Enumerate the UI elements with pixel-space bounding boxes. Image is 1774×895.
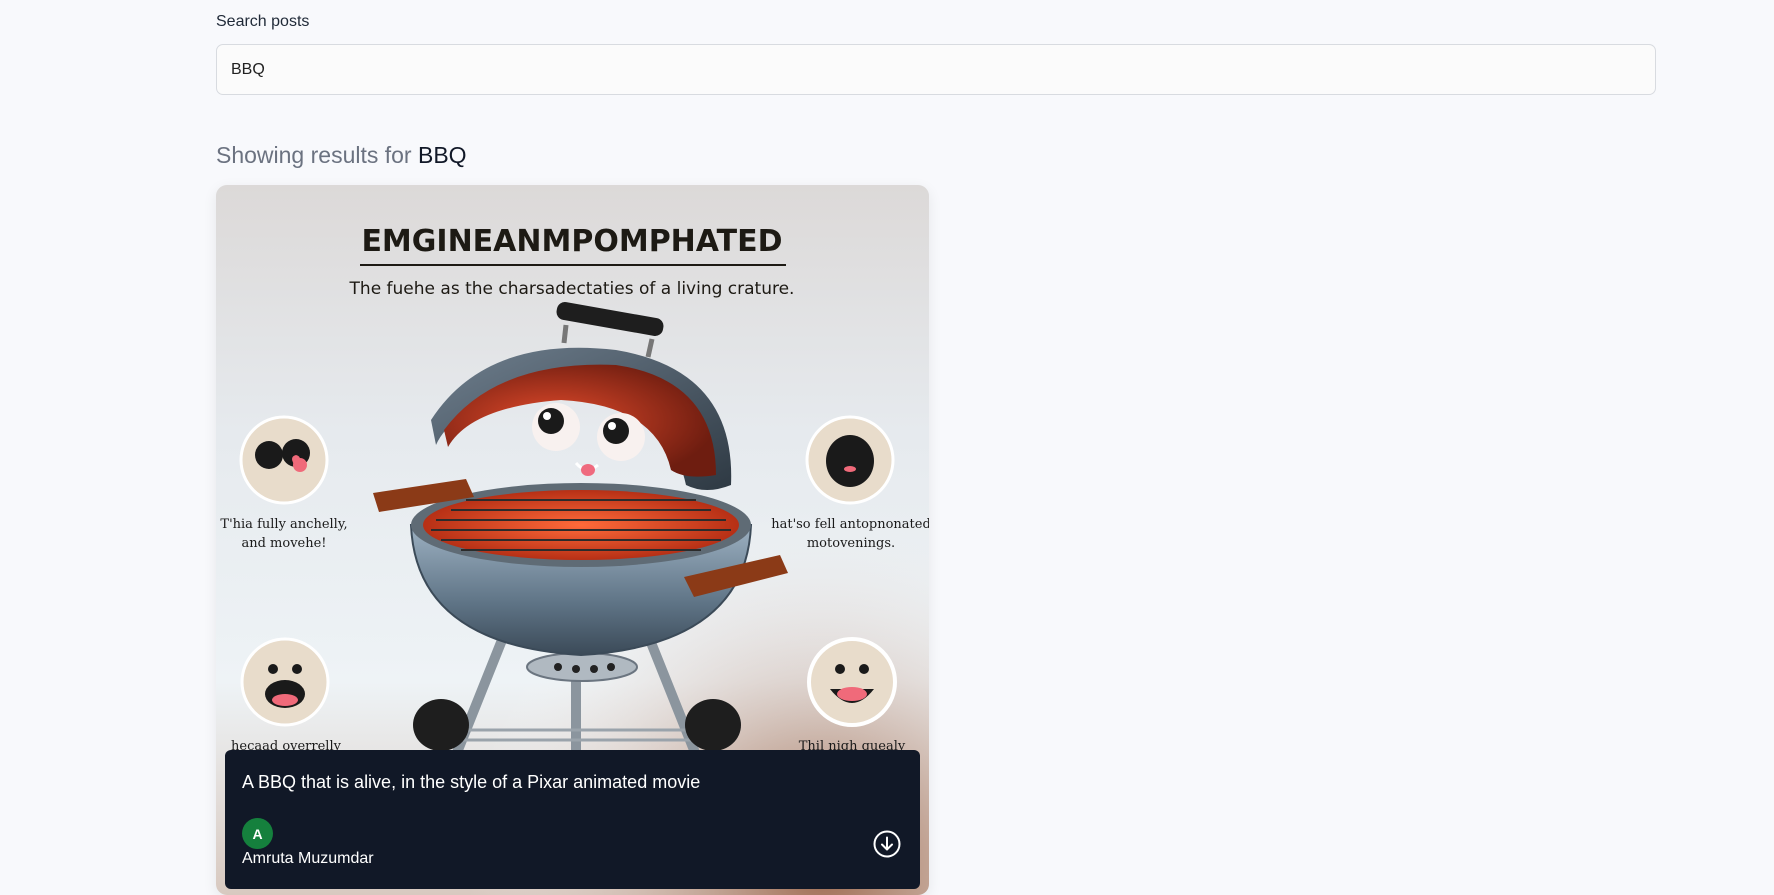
- label-top-left-1: T'hia fully anchelly,: [220, 517, 347, 532]
- results-heading: Showing results for BBQ: [216, 142, 467, 169]
- image-title: EMGINEANMPOMPHATED: [361, 224, 782, 259]
- search-field[interactable]: [216, 44, 1656, 95]
- download-icon[interactable]: [873, 830, 901, 858]
- results-term: BBQ: [417, 142, 467, 168]
- search-label: Search posts: [216, 13, 310, 30]
- image-subtitle: The fuehe as the charsadectaties of a li…: [349, 279, 795, 299]
- label-top-right-1: hat'so fell antopnonated: [771, 517, 929, 532]
- label-top-right-2: motovenings.: [807, 536, 895, 551]
- avatar[interactable]: A: [242, 818, 273, 849]
- emoji-open-mouth-icon: [240, 637, 330, 727]
- post-caption: A BBQ that is alive, in the style of a P…: [242, 772, 701, 792]
- search-input[interactable]: [231, 60, 1641, 79]
- emoji-surprised-icon: [805, 415, 895, 505]
- author-name[interactable]: Amruta Muzumdar: [242, 850, 374, 868]
- emoji-heart-eyes-icon: [239, 415, 329, 505]
- results-prefix: Showing results for: [216, 142, 412, 168]
- post-caption-overlay: A BBQ that is alive, in the style of a P…: [225, 750, 920, 889]
- emoji-smile-icon: [807, 637, 897, 727]
- label-top-left-2: and movehe!: [241, 536, 326, 551]
